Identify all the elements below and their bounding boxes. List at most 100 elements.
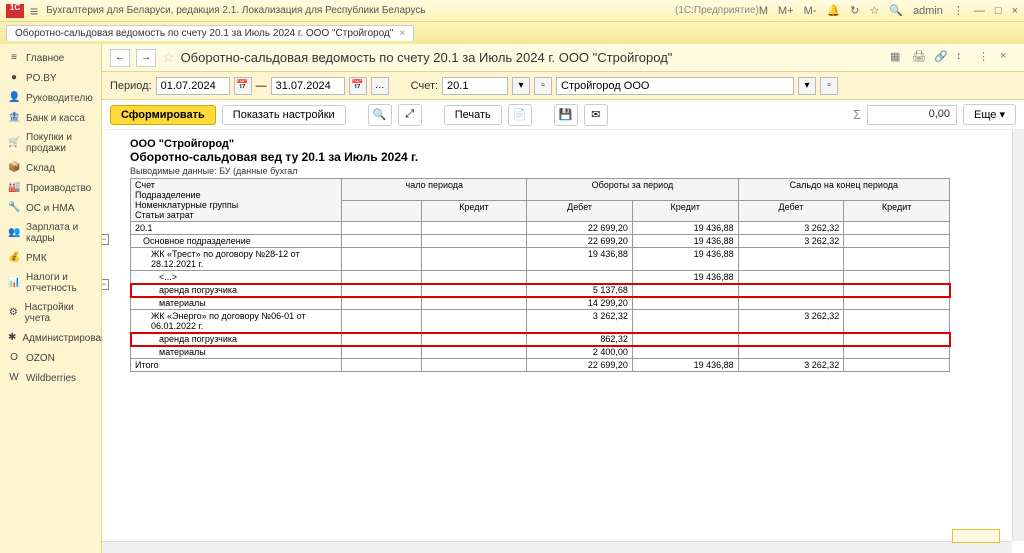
table-row[interactable]: <...>19 436,88 xyxy=(131,271,950,284)
sidebar-item[interactable]: 👤Руководителю xyxy=(0,88,101,108)
settings-icon[interactable]: ⋮ xyxy=(953,4,964,17)
favorite-icon[interactable]: ☆ xyxy=(162,49,175,66)
sidebar-label: Производство xyxy=(26,183,91,194)
user-label[interactable]: admin xyxy=(913,5,943,17)
export-button[interactable]: 📄 xyxy=(508,104,532,126)
account-input[interactable] xyxy=(442,77,508,95)
page-title: Оборотно-сальдовая ведомость по счету 20… xyxy=(181,50,673,65)
calendar-from-icon[interactable]: 📅 xyxy=(234,77,252,95)
sidebar-item[interactable]: 🏦Банк и касса xyxy=(0,108,101,128)
expand-button[interactable]: ⤢ xyxy=(398,104,422,126)
menu-icon[interactable]: ≡ xyxy=(30,3,38,19)
calendar-to-icon[interactable]: 📅 xyxy=(349,77,367,95)
history-icon[interactable]: ↻ xyxy=(850,4,859,17)
row-tc xyxy=(632,333,738,346)
sidebar-item[interactable]: ⚙Настройки учета xyxy=(0,298,101,328)
sidebar-item[interactable]: ✱Администрирование xyxy=(0,328,101,348)
show-settings-button[interactable]: Показать настройки xyxy=(222,105,346,125)
th-div: Подразделение xyxy=(135,190,337,200)
org-input[interactable] xyxy=(556,77,794,95)
table-row[interactable]: аренда погрузчика5 137,68 xyxy=(131,284,950,297)
layout-icon[interactable]: ▦ xyxy=(890,50,906,66)
tree-toggle[interactable]: − xyxy=(102,279,109,290)
sidebar-label: OZON xyxy=(26,353,55,364)
table-row[interactable]: Основное подразделение22 699,2019 436,88… xyxy=(131,235,950,248)
row-label: аренда погрузчика xyxy=(131,284,342,297)
tree-toggle[interactable]: − xyxy=(102,234,109,245)
sidebar-icon: 🔧 xyxy=(8,202,20,214)
th-sd xyxy=(342,200,421,222)
memory-mminus[interactable]: M- xyxy=(804,5,817,17)
memory-m[interactable]: M xyxy=(759,5,768,17)
period-label: Период: xyxy=(110,80,152,92)
report-org: ООО "Стройгород" xyxy=(130,138,996,150)
sidebar-item[interactable]: OOZON xyxy=(0,348,101,368)
date-to-input[interactable] xyxy=(271,77,345,95)
sidebar-item[interactable]: 💰РМК xyxy=(0,248,101,268)
sidebar-item[interactable]: 👥Зарплата и кадры xyxy=(0,218,101,248)
row-ec xyxy=(844,271,950,284)
link-icon[interactable]: 🔗 xyxy=(934,50,950,66)
total-label: Итого xyxy=(131,359,342,372)
sidebar-label: Склад xyxy=(26,163,55,174)
sort-icon[interactable]: ↕ xyxy=(956,50,972,66)
row-label: ЖК «Энерго» по договору №06-01 от 06.01.… xyxy=(131,310,342,333)
nav-back-button[interactable]: ← xyxy=(110,49,130,67)
org-open-button[interactable]: ▫ xyxy=(820,77,838,95)
sidebar-item[interactable]: ●PO.BY xyxy=(0,68,101,88)
print-button[interactable]: Печать xyxy=(444,105,502,125)
row-tc xyxy=(632,297,738,310)
close-page-icon[interactable]: × xyxy=(1000,50,1016,66)
period-picker-button[interactable]: … xyxy=(371,77,389,95)
search-icon[interactable]: 🔍 xyxy=(889,4,903,17)
find-button[interactable]: 🔍 xyxy=(368,104,392,126)
sidebar-icon: 📦 xyxy=(8,162,20,174)
sidebar-item[interactable]: ≡Главное xyxy=(0,48,101,68)
total-ed: 3 262,32 xyxy=(738,359,844,372)
minimize-icon[interactable]: — xyxy=(974,5,985,17)
sigma-icon[interactable]: Σ xyxy=(853,107,861,122)
sidebar-item[interactable]: 🏭Производство xyxy=(0,178,101,198)
form-button[interactable]: Сформировать xyxy=(110,105,216,125)
date-from-input[interactable] xyxy=(156,77,230,95)
sidebar-item[interactable]: 📊Налоги и отчетность xyxy=(0,268,101,298)
star-icon[interactable]: ☆ xyxy=(869,4,879,17)
scrollbar-vertical[interactable] xyxy=(1012,130,1024,541)
nav-fwd-button[interactable]: → xyxy=(136,49,156,67)
th-sc: Кредит xyxy=(421,200,527,222)
maximize-icon[interactable]: □ xyxy=(995,5,1002,17)
mail-button[interactable]: ✉ xyxy=(584,104,608,126)
account-open-button[interactable]: ▫ xyxy=(534,77,552,95)
row-label: материалы xyxy=(131,297,342,310)
table-row[interactable]: аренда погрузчика862,32 xyxy=(131,333,950,346)
scrollbar-horizontal[interactable] xyxy=(102,541,1012,553)
memory-mplus[interactable]: M+ xyxy=(778,5,794,17)
table-row[interactable]: ЖК «Энерго» по договору №06-01 от 06.01.… xyxy=(131,310,950,333)
total-tc: 19 436,88 xyxy=(632,359,738,372)
row-sd xyxy=(342,235,421,248)
print-icon[interactable]: 🖨 xyxy=(912,50,928,66)
more-icon[interactable]: ⋮ xyxy=(978,50,994,66)
th-ec: Кредит xyxy=(844,200,950,222)
sidebar-item[interactable]: 📦 Склад xyxy=(0,158,101,178)
close-icon[interactable]: × xyxy=(1012,5,1018,17)
save-button[interactable]: 💾 xyxy=(554,104,578,126)
sidebar-item[interactable]: WWildberries xyxy=(0,368,101,388)
sidebar-label: Покупки и продажи xyxy=(26,132,93,154)
sidebar-label: Зарплата и кадры xyxy=(26,222,93,244)
row-td: 14 299,20 xyxy=(527,297,633,310)
account-dd-button[interactable]: ▾ xyxy=(512,77,530,95)
org-dd-button[interactable]: ▾ xyxy=(798,77,816,95)
more-button[interactable]: Еще ▾ xyxy=(963,104,1016,125)
bell-icon[interactable]: 🔔 xyxy=(826,4,840,17)
table-row[interactable]: ЖК «Трест» по договору №28-12 от 28.12.2… xyxy=(131,248,950,271)
sidebar-item[interactable]: 🔧ОС и НМА xyxy=(0,198,101,218)
tab-close-icon[interactable]: × xyxy=(399,28,405,39)
tab-report[interactable]: Оборотно-сальдовая ведомость по счету 20… xyxy=(6,25,414,41)
sidebar-item[interactable]: 🛒Покупки и продажи xyxy=(0,128,101,158)
sidebar-icon: ● xyxy=(8,72,20,84)
table-row[interactable]: материалы 14 299,20 xyxy=(131,297,950,310)
table-row[interactable]: 20.122 699,2019 436,883 262,32 xyxy=(131,222,950,235)
row-label: 20.1 xyxy=(131,222,342,235)
table-row[interactable]: материалы2 400,00 xyxy=(131,346,950,359)
